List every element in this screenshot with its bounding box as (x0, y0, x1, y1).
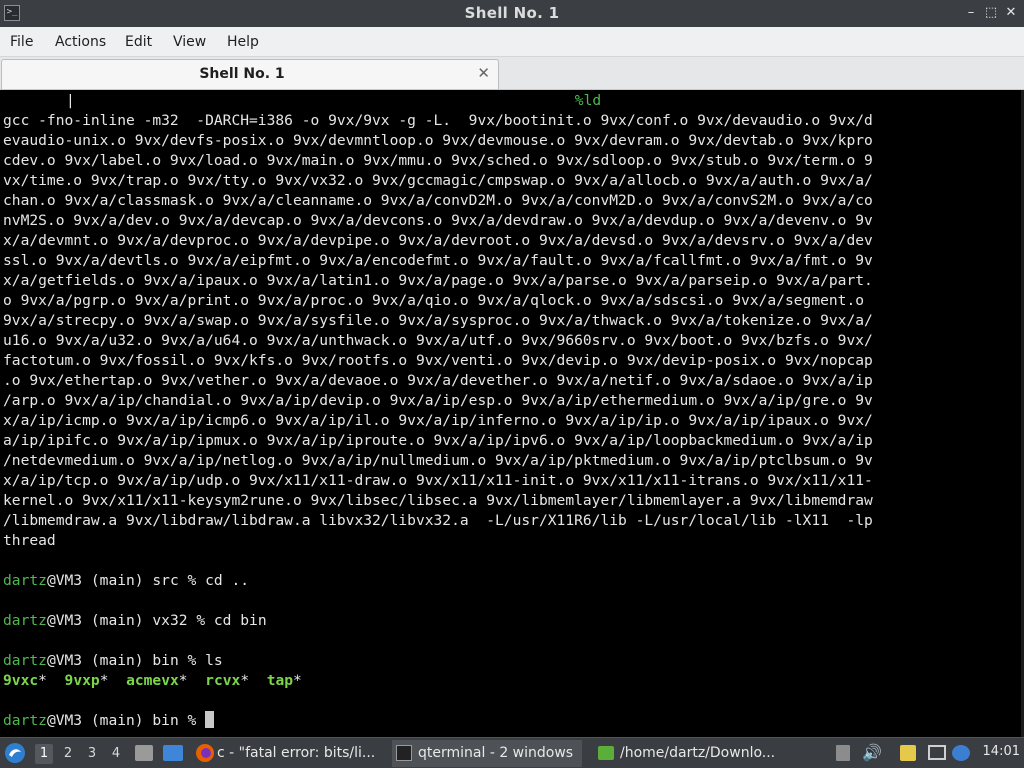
terminal-output-line: kernel.o 9vx/x11/x11-keysym2rune.o 9vx/l… (3, 492, 873, 509)
task-label: /home/dartz/Downlo... (620, 745, 776, 761)
clock[interactable]: 14:01 (983, 744, 1020, 759)
prompt-line: dartz@VM3 (main) src % cd .. (3, 572, 250, 589)
task-firefox[interactable]: c - "fatal error: bits/li... (217, 740, 375, 767)
start-menu-icon[interactable] (4, 742, 26, 764)
menu-file[interactable]: File (10, 34, 33, 50)
active-prompt-line[interactable]: dartz@VM3 (main) bin % (3, 711, 873, 731)
folder-icon (598, 746, 614, 760)
terminal-output[interactable]: | %ld gcc -fno-inline -m32 -DARCH=i386 -o… (0, 90, 1024, 737)
task-qterminal[interactable]: qterminal - 2 windows (392, 740, 582, 767)
terminal-output-line: /netdevmedium.o 9vx/a/ip/netlog.o 9vx/a/… (3, 452, 873, 469)
file-manager-launcher-icon[interactable] (135, 745, 153, 761)
terminal-output-line: gcc -fno-inline -m32 -DARCH=i386 -o 9vx/… (3, 112, 873, 129)
clipboard-icon[interactable] (900, 745, 916, 761)
command-text: cd .. (205, 572, 250, 589)
ls-entry: 9vxp (64, 672, 100, 689)
menu-help[interactable]: Help (227, 34, 259, 50)
ls-output-line: 9vxc* 9vxp* acmevx* rcvx* tap* (3, 672, 302, 689)
prompt-line: dartz@VM3 (main) vx32 % cd bin (3, 612, 267, 629)
minimize-button[interactable]: – (962, 4, 980, 22)
terminal-output-line: .o 9vx/ethertap.o 9vx/vether.o 9vx/a/dev… (3, 372, 873, 389)
terminal-output-line: ssl.o 9vx/a/devtls.o 9vx/a/eipfmt.o 9vx/… (3, 252, 873, 269)
workspace-1[interactable]: 1 (35, 744, 53, 764)
terminal-output-line: x/a/devmnt.o 9vx/a/devproc.o 9vx/a/devpi… (3, 232, 873, 249)
prompt-user: dartz (3, 572, 47, 589)
tray-package-icon[interactable] (836, 745, 850, 761)
terminal-output-line: o 9vx/a/pgrp.o 9vx/a/print.o 9vx/a/proc.… (3, 292, 873, 309)
update-notifier-icon[interactable] (952, 745, 970, 761)
workspace-3[interactable]: 3 (83, 744, 101, 764)
tab-bar: Shell No. 1 ✕ (0, 57, 1024, 90)
window-titlebar: >_ Shell No. 1 – ⬚ ✕ (0, 0, 1024, 27)
menu-edit[interactable]: Edit (125, 34, 152, 50)
workspace-4[interactable]: 4 (107, 744, 125, 764)
workspace-2[interactable]: 2 (59, 744, 77, 764)
window-title: Shell No. 1 (464, 4, 560, 22)
terminal-output-line: factotum.o 9vx/fossil.o 9vx/kfs.o 9vx/ro… (3, 352, 873, 369)
command-text: ls (205, 652, 223, 669)
terminal-output-line: a/ip/ipifc.o 9vx/a/ip/ipmux.o 9vx/a/ip/i… (3, 432, 873, 449)
restore-button[interactable]: ⬚ (982, 4, 1000, 22)
terminal-output-line: x/a/ip/tcp.o 9vx/a/ip/udp.o 9vx/x11/x11-… (3, 472, 873, 489)
tab-label: Shell No. 1 (199, 66, 285, 82)
prompt-user: dartz (3, 612, 47, 629)
prompt-user: dartz (3, 712, 47, 729)
terminal-output-line: x/a/ip/icmp.o 9vx/a/ip/icmp6.o 9vx/a/ip/… (3, 412, 873, 429)
terminal-output-line: nvM2S.o 9vx/a/dev.o 9vx/a/devcap.o 9vx/a… (3, 212, 873, 229)
terminal-output-line: /libmemdraw.a 9vx/libdraw/libdraw.a libv… (3, 512, 873, 529)
ls-entry: rcvx (205, 672, 241, 689)
terminal-output-line: cdev.o 9vx/label.o 9vx/load.o 9vx/main.o… (3, 152, 873, 169)
task-label: qterminal - 2 windows (418, 745, 574, 761)
tab-shell-1[interactable]: Shell No. 1 ✕ (1, 59, 499, 89)
terminal-output-line: u16.o 9vx/a/u32.o 9vx/a/u64.o 9vx/a/unth… (3, 332, 873, 349)
taskbar: 1 2 3 4 c - "fatal error: bits/li... qte… (0, 737, 1024, 768)
tab-close-icon[interactable]: ✕ (477, 64, 490, 82)
terminal-output-line: /arp.o 9vx/a/ip/chandial.o 9vx/a/ip/devi… (3, 392, 873, 409)
menu-view[interactable]: View (173, 34, 206, 50)
volume-icon[interactable]: 🔊 (862, 743, 882, 762)
firefox-icon (195, 743, 215, 763)
text-cursor (205, 711, 215, 728)
ls-entry: acmevx (126, 672, 179, 689)
terminal-output-line: evaudio-unix.o 9vx/devfs-posix.o 9vx/dev… (3, 132, 873, 149)
task-file-manager[interactable]: /home/dartz/Downlo... (594, 740, 784, 767)
prompt-user: dartz (3, 652, 47, 669)
terminal-output-line: thread (3, 532, 56, 549)
terminal-output-line: chan.o 9vx/a/classmask.o 9vx/a/cleanname… (3, 192, 873, 209)
terminal-output-line: 9vx/a/strecpy.o 9vx/a/swap.o 9vx/a/sysfi… (3, 312, 873, 329)
format-token: %ld (574, 92, 602, 109)
terminal-icon (396, 745, 412, 761)
command-text: cd bin (213, 612, 267, 629)
ls-entry: 9vxc (3, 672, 39, 689)
terminal-output-line: x/a/getfields.o 9vx/a/ipaux.o 9vx/a/lati… (3, 272, 873, 289)
terminal-lines: | %ld gcc -fno-inline -m32 -DARCH=i386 -o… (3, 91, 873, 731)
network-icon[interactable] (928, 745, 946, 760)
terminal-output-line: vx/time.o 9vx/trap.o 9vx/tty.o 9vx/vx32.… (3, 172, 873, 189)
close-button[interactable]: ✕ (1002, 4, 1020, 22)
ls-entry: tap (266, 672, 294, 689)
menu-bar: File Actions Edit View Help (0, 27, 1024, 57)
terminal-line: | %ld (66, 92, 602, 109)
prompt-line: dartz@VM3 (main) bin % ls (3, 652, 223, 669)
menu-actions[interactable]: Actions (55, 34, 106, 50)
desktop-icon[interactable] (163, 745, 183, 761)
